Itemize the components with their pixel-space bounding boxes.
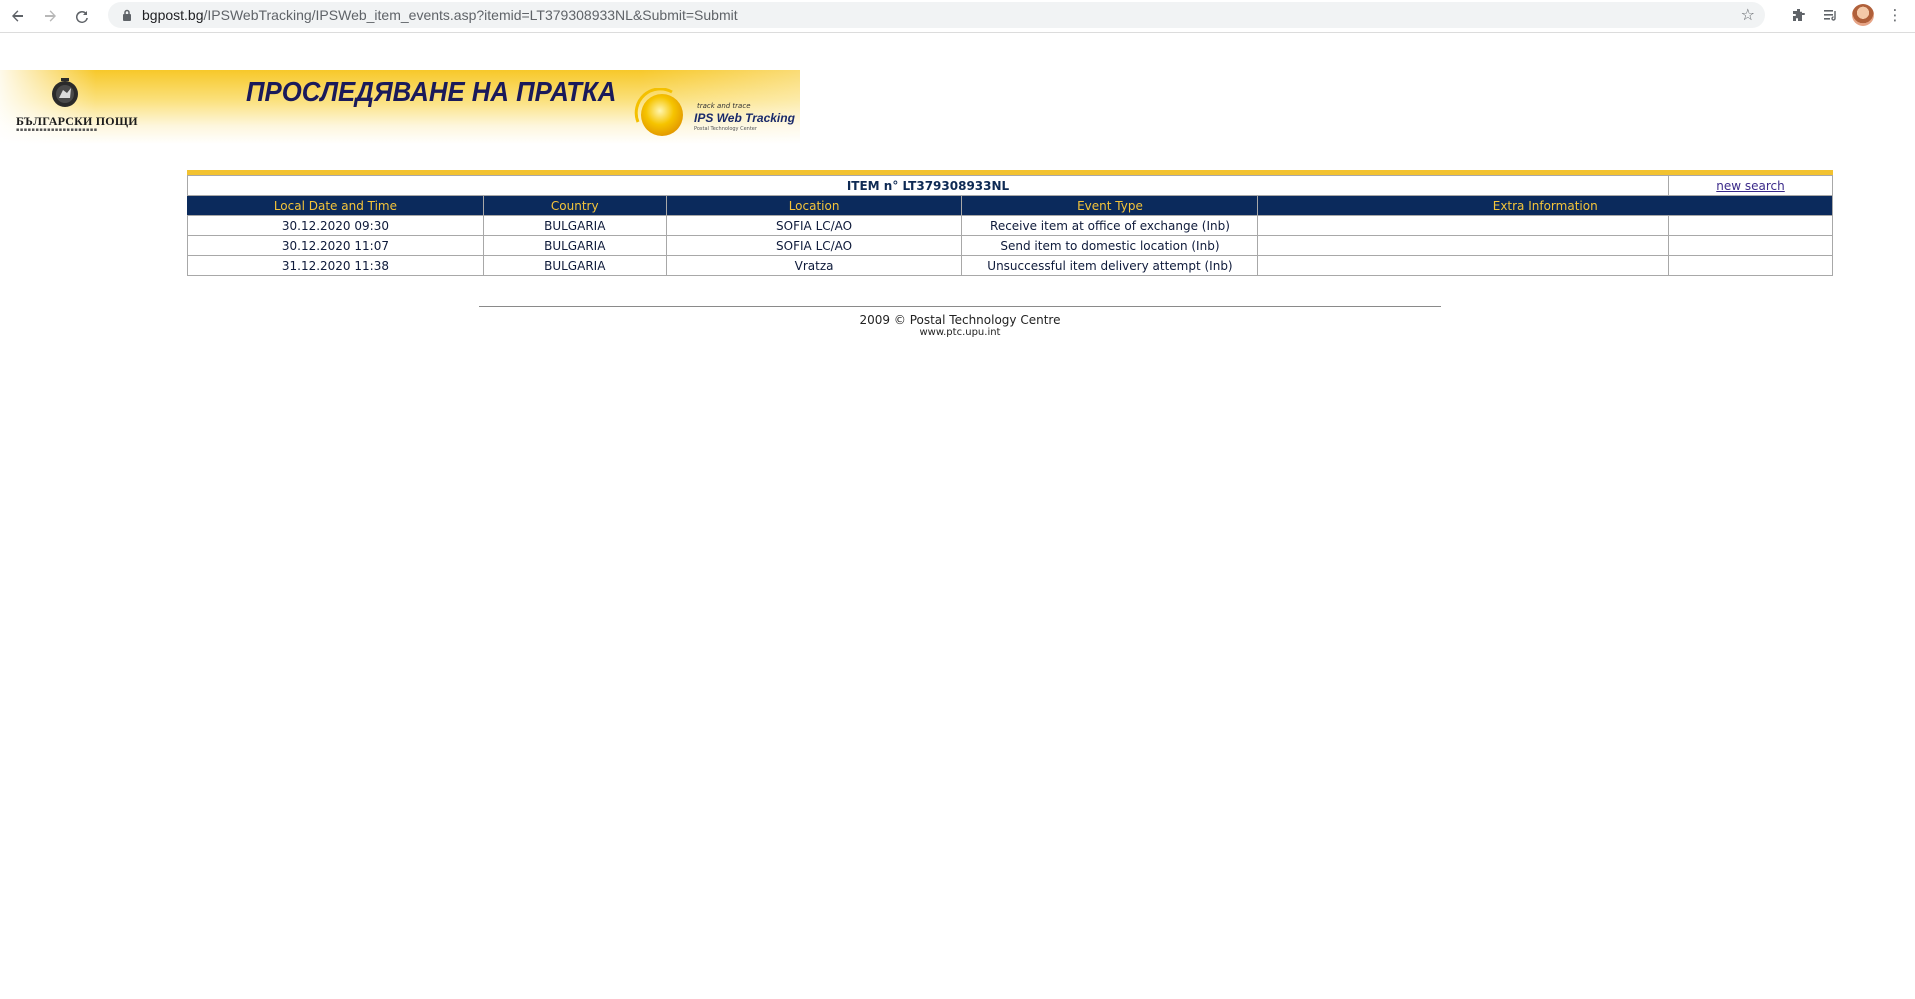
item-number: ITEM n° LT379308933NL (186, 175, 1670, 196)
lock-icon[interactable] (120, 8, 134, 22)
cell-extra (1257, 215, 1670, 236)
column-header-extra: Extra Information (1257, 195, 1833, 216)
extensions-icon[interactable] (1787, 2, 1811, 28)
item-title-row: ITEM n° LT379308933NL new search (186, 175, 1833, 196)
cell-date: 30.12.2020 09:30 (187, 215, 484, 236)
cell-empty (1668, 235, 1833, 256)
cell-country: BULGARIA (482, 235, 667, 256)
logo-subtext: ▪▪▪▪▪▪▪▪▪▪▪▪▪▪▪▪▪▪▪▪▪ (16, 127, 98, 133)
column-header-location: Location (665, 195, 963, 216)
ips-globe-icon (634, 88, 683, 136)
footer-copyright: 2009 © Postal Technology Centre (859, 313, 1061, 327)
browser-toolbar: bgpost.bg/IPSWebTracking/IPSWeb_item_eve… (0, 0, 1915, 33)
footer-divider (479, 306, 1441, 307)
cell-location: SOFIA LC/AO (665, 235, 963, 256)
tracking-banner: БЪЛГАРСКИ ПОЩИ ▪▪▪▪▪▪▪▪▪▪▪▪▪▪▪▪▪▪▪▪▪ ПРО… (0, 70, 800, 144)
avatar[interactable] (1851, 2, 1875, 28)
events-table: ITEM n° LT379308933NL new search Local D… (186, 175, 1833, 276)
address-bar[interactable]: bgpost.bg/IPSWebTracking/IPSWeb_item_eve… (108, 2, 1765, 28)
cell-extra (1257, 255, 1670, 276)
footer-link[interactable]: www.ptc.upu.int (479, 327, 1441, 338)
reading-list-icon[interactable] (1819, 2, 1843, 28)
reload-icon[interactable] (68, 2, 96, 30)
ips-logo-text: IPS Web Tracking (694, 111, 795, 125)
back-icon[interactable] (4, 2, 32, 30)
forward-icon[interactable] (36, 2, 64, 30)
table-row: 31.12.2020 11:38 BULGARIA Vratza Unsucce… (187, 255, 1833, 276)
star-icon[interactable]: ☆ (1741, 5, 1755, 24)
column-header-event-type: Event Type (961, 195, 1259, 216)
cell-empty (1668, 255, 1833, 276)
column-header-country: Country (482, 195, 667, 216)
cell-location: Vratza (665, 255, 963, 276)
new-search-link[interactable]: new search (1716, 179, 1784, 193)
bulgarian-posts-emblem-icon (52, 78, 78, 107)
page-title: ПРОСЛЕДЯВАНЕ НА ПРАТКА (246, 76, 617, 107)
cell-extra (1257, 235, 1670, 256)
ips-ptc-text: Postal Technology Center (694, 126, 757, 132)
url-text: bgpost.bg/IPSWebTracking/IPSWeb_item_eve… (142, 7, 738, 23)
cell-date: 31.12.2020 11:38 (187, 255, 484, 276)
table-row: 30.12.2020 11:07 BULGARIA SOFIA LC/AO Se… (187, 235, 1833, 256)
ips-tagline: track and trace (697, 102, 751, 110)
cell-date: 30.12.2020 11:07 (187, 235, 484, 256)
cell-event: Unsuccessful item delivery attempt (Inb) (961, 255, 1259, 276)
cell-event: Send item to domestic location (Inb) (961, 235, 1259, 256)
cell-country: BULGARIA (482, 215, 667, 236)
cell-country: BULGARIA (482, 255, 667, 276)
table-header: Local Date and Time Country Location Eve… (187, 195, 1833, 216)
cell-event: Receive item at office of exchange (Inb) (961, 215, 1259, 236)
events-panel: ITEM n° LT379308933NL new search Local D… (186, 170, 1833, 276)
cell-empty (1668, 215, 1833, 236)
column-header-date: Local Date and Time (187, 195, 484, 216)
table-row: 30.12.2020 09:30 BULGARIA SOFIA LC/AO Re… (187, 215, 1833, 236)
menu-icon[interactable]: ⋮ (1883, 2, 1907, 28)
cell-location: SOFIA LC/AO (665, 215, 963, 236)
